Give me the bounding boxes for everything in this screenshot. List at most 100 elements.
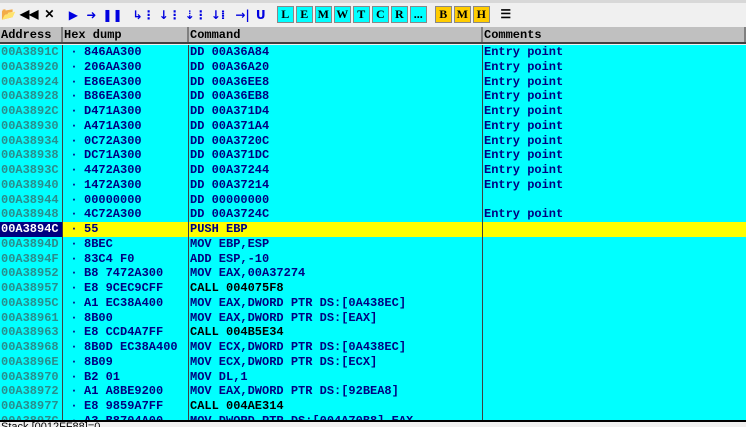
hex-dump-cell[interactable]: · 55 [63,222,189,237]
address-cell[interactable]: 00A38934 [0,133,63,149]
table-row[interactable]: 00A38934 · 0C72A300 DD 00A3720C Entry point [0,133,746,149]
comment-cell[interactable]: Entry point [483,89,746,104]
comment-cell[interactable] [483,399,746,414]
table-row[interactable]: 00A3892C · D471A300 DD 00A371D4 Entry point [0,104,746,119]
command-cell[interactable]: DD 00A371DC [189,148,483,163]
table-row[interactable]: 00A38963 · E8 CCD4A7FF CALL 004B5E34 [0,325,746,340]
command-cell[interactable]: DD 00A3720C [189,133,483,149]
comment-cell[interactable] [483,384,746,399]
address-cell[interactable]: 00A3894D [0,236,63,252]
comment-cell[interactable]: Entry point [483,104,746,119]
run-thread-icon[interactable]: ➜ [83,6,99,23]
comment-cell[interactable]: Entry point [483,75,746,90]
trace-into-icon[interactable]: ⇣⋮ [184,6,208,23]
address-cell[interactable]: 00A3893C [0,163,63,178]
open-icon[interactable]: 📂 [0,6,17,23]
command-cell[interactable]: MOV ECX,DWORD PTR DS:[ECX] [189,354,483,370]
command-cell[interactable]: MOV EAX,DWORD PTR DS:[EAX] [189,310,483,326]
executable-modules-button[interactable]: E [295,6,313,23]
address-cell[interactable]: 00A38928 [0,89,63,104]
table-row[interactable]: 00A38948 · 4C72A300 DD 00A3724C Entry point [0,207,746,222]
hex-dump-cell[interactable]: · 0C72A300 [63,133,189,149]
address-cell[interactable]: 00A38930 [0,118,63,134]
threads-button[interactable]: T [352,6,370,23]
table-row[interactable]: 00A3894C · 55 PUSH EBP [0,222,746,237]
address-cell[interactable]: 00A38963 [0,325,63,340]
column-header-address[interactable]: Address [0,27,63,42]
hardware-breakpoints-button[interactable]: H [472,6,490,23]
table-row[interactable]: 00A3895C · A1 EC38A400 MOV EAX,DWORD PTR DS… [0,295,746,311]
comment-cell[interactable] [483,281,746,296]
table-row[interactable]: 00A38944 · 00000000 DD 00000000 [0,192,746,208]
execute-till-return-icon[interactable]: →| [234,6,250,23]
hex-dump-cell[interactable]: · 83C4 F0 [63,251,189,267]
command-cell[interactable]: MOV ECX,DWORD PTR DS:[0A438EC] [189,340,483,355]
address-cell[interactable]: 00A3892C [0,104,63,119]
address-cell[interactable]: 00A38920 [0,59,63,75]
trace-over-icon[interactable]: ↓⁞ [210,6,227,23]
command-cell[interactable]: MOV EAX,DWORD PTR DS:[92BEA8] [189,384,483,399]
column-header-command[interactable]: Command [189,27,483,42]
references-button[interactable]: R [390,6,408,23]
address-cell[interactable]: 00A38940 [0,177,63,193]
command-cell[interactable]: MOV DL,1 [189,369,483,385]
column-header-hex-dump[interactable]: Hex dump [63,27,189,42]
table-row[interactable]: 00A38961 · 8B00 MOV EAX,DWORD PTR DS:[EAX] [0,310,746,326]
command-cell[interactable]: DD 00A371A4 [189,118,483,134]
command-cell[interactable]: DD 00A36EE8 [189,74,483,90]
comment-cell[interactable] [483,237,746,252]
comment-cell[interactable]: Entry point [483,134,746,149]
table-row[interactable]: 00A38972 · A1 A8BE9200 MOV EAX,DWORD PTR DS… [0,384,746,399]
hex-dump-cell[interactable]: · D471A300 [63,104,189,119]
comment-cell[interactable] [483,340,746,355]
hex-dump-cell[interactable]: · B86EA300 [63,89,189,104]
comment-cell[interactable] [483,325,746,340]
command-cell[interactable]: MOV EAX,DWORD PTR DS:[0A438EC] [189,295,483,311]
memory-breakpoints-button[interactable]: M [453,6,471,23]
comment-cell[interactable]: Entry point [483,148,746,163]
hex-dump-cell[interactable]: · 00000000 [63,192,189,208]
command-cell[interactable]: DD 00A36A84 [189,45,483,60]
hex-dump-cell[interactable]: · 4C72A300 [63,207,189,222]
address-cell[interactable]: 00A38968 [0,340,63,355]
hex-dump-cell[interactable]: · 8B09 [63,354,189,370]
address-cell[interactable]: 00A38944 [0,192,63,208]
command-cell[interactable]: DD 00000000 [189,192,483,208]
execute-till-user-code-icon[interactable]: U [253,6,269,23]
hex-dump-cell[interactable]: · E86EA300 [63,74,189,90]
hex-dump-cell[interactable]: · 8B00 [63,310,189,326]
table-row[interactable]: 00A3896E · 8B09 MOV ECX,DWORD PTR DS:[ECX] [0,354,746,370]
address-cell[interactable]: 00A38948 [0,207,63,222]
comment-cell[interactable]: Entry point [483,178,746,193]
disassembly-pane[interactable]: 00A3891C · 846AA300 DD 00A36A84 Entry point 0… [0,45,746,420]
close-icon[interactable]: ✕ [41,6,57,23]
command-cell[interactable]: ADD ESP,-10 [189,251,483,267]
command-cell[interactable]: DD 00A37214 [189,177,483,193]
address-cell[interactable]: 00A38972 [0,384,63,399]
run-icon[interactable]: ▶ [65,6,81,23]
list-icon[interactable]: ☰ [498,6,514,23]
command-cell[interactable]: DD 00A36EB8 [189,89,483,104]
windows-button[interactable]: W [333,6,351,23]
pause-icon[interactable]: ❚❚ [101,6,123,23]
address-cell[interactable]: 00A3894F [0,251,63,267]
table-row[interactable]: 00A38938 · DC71A300 DD 00A371DC Entry point [0,148,746,163]
restart-icon[interactable]: ◀◀ [19,6,39,23]
step-over-icon[interactable]: ↓⋮ [158,6,182,23]
table-row[interactable]: 00A38930 · A471A300 DD 00A371A4 Entry point [0,118,746,134]
hex-dump-cell[interactable]: · A471A300 [63,118,189,134]
hex-dump-cell[interactable]: · E8 9CEC9CFF [63,281,189,296]
run-trace-button[interactable]: ... [409,6,427,23]
table-row[interactable]: 00A38940 · 1472A300 DD 00A37214 Entry point [0,177,746,193]
comment-cell[interactable]: Entry point [483,163,746,178]
address-cell[interactable]: 00A3895C [0,295,63,311]
table-row[interactable]: 00A38924 · E86EA300 DD 00A36EE8 Entry point [0,74,746,90]
comment-cell[interactable] [483,355,746,370]
comment-cell[interactable] [483,266,746,281]
comment-cell[interactable] [483,311,746,326]
hex-dump-cell[interactable]: · 206AA300 [63,59,189,75]
table-row[interactable]: 00A38952 · B8 7472A300 MOV EAX,00A37274 [0,266,746,281]
command-cell[interactable]: CALL 004B5E34 [189,325,483,340]
hex-dump-cell[interactable]: · 1472A300 [63,177,189,193]
hex-dump-cell[interactable]: · E8 CCD4A7FF [63,325,189,340]
